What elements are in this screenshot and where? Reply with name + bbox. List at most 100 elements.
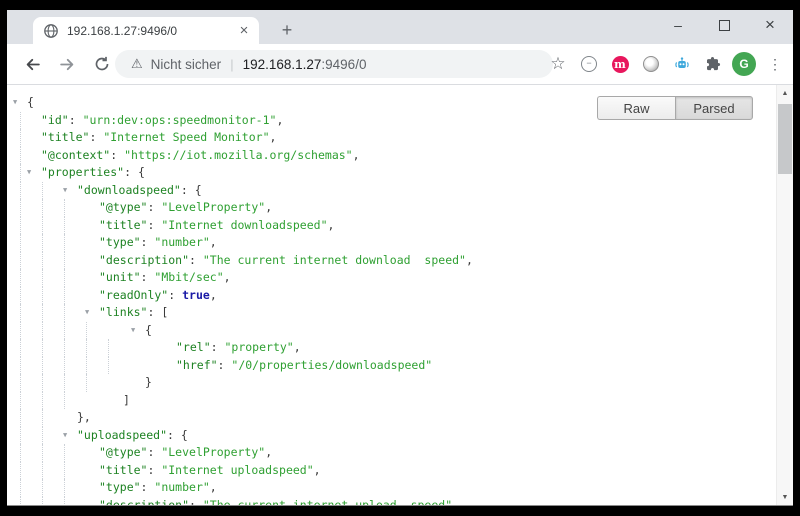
collapse-toggle-icon[interactable]: ▼ xyxy=(27,164,31,182)
json-token: : xyxy=(110,148,124,162)
indent-guide xyxy=(86,374,87,392)
toolbar-right-icons: ☆ − m xyxy=(546,44,787,84)
indent-guide xyxy=(42,234,43,252)
extension-robot-button[interactable] xyxy=(670,52,694,76)
maximize-button[interactable] xyxy=(701,10,747,40)
indent-guide xyxy=(64,462,65,480)
forward-button[interactable] xyxy=(54,51,80,77)
json-line: } xyxy=(7,374,776,392)
json-line: "@type": "LevelProperty", xyxy=(7,199,776,217)
json-token: , xyxy=(314,463,321,477)
json-line: "type": "number", xyxy=(7,479,776,497)
browser-tab[interactable]: 192.168.1.27:9496/0 × xyxy=(33,17,259,44)
bookmark-star-icon[interactable]: ☆ xyxy=(546,52,570,76)
json-token: "uploadspeed" xyxy=(77,428,167,442)
tab-close-icon[interactable]: × xyxy=(235,22,253,40)
json-token: "readOnly" xyxy=(99,288,168,302)
json-token: ] xyxy=(123,393,130,407)
indent-guide xyxy=(64,304,65,322)
json-token: "The current internet download speed" xyxy=(203,253,466,267)
url-port-path: :9496/0 xyxy=(321,57,366,72)
collapse-toggle-icon[interactable]: ▼ xyxy=(63,427,67,445)
json-token: "LevelProperty" xyxy=(161,200,265,214)
indent-guide xyxy=(42,199,43,217)
address-divider: | xyxy=(230,57,233,72)
address-bar[interactable]: ⚠ Nicht sicher | 192.168.1.27 :9496/0 xyxy=(115,50,553,78)
collapse-toggle-icon[interactable]: ▼ xyxy=(13,94,17,112)
pink-m-icon: m xyxy=(612,56,629,73)
json-token: "number" xyxy=(154,480,209,494)
indent-guide xyxy=(20,409,21,427)
indent-guide xyxy=(86,357,87,375)
json-line-text: "id": "urn:dev:ops:speedmonitor-1", xyxy=(41,112,283,130)
json-token: , xyxy=(294,340,301,354)
indent-guide xyxy=(108,339,109,357)
json-line-text: "uploadspeed": { xyxy=(77,427,188,445)
robot-icon xyxy=(674,57,690,72)
collapse-toggle-icon[interactable]: ▼ xyxy=(131,322,135,340)
scroll-up-icon[interactable]: ▲ xyxy=(777,85,793,101)
indent-guide xyxy=(108,357,109,375)
json-token: : { xyxy=(181,183,202,197)
collapse-toggle-icon[interactable]: ▼ xyxy=(63,182,67,200)
json-line-text: "title": "Internet Speed Monitor", xyxy=(41,129,276,147)
json-line: ▼"downloadspeed": { xyxy=(7,182,776,200)
close-window-button[interactable]: × xyxy=(747,10,793,40)
json-token: : xyxy=(211,340,225,354)
security-label: Nicht sicher xyxy=(151,57,222,72)
extension-circle-button[interactable]: − xyxy=(577,52,601,76)
avatar: G xyxy=(732,52,756,76)
extension-m-button[interactable]: m xyxy=(608,52,632,76)
json-token: "type" xyxy=(99,480,141,494)
json-line-text: }, xyxy=(77,409,91,427)
json-token: : xyxy=(147,445,161,459)
indent-guide xyxy=(42,497,43,506)
json-line: "href": "/0/properties/downloadspeed" xyxy=(7,357,776,375)
json-line: "title": "Internet Speed Monitor", xyxy=(7,129,776,147)
json-token: "@context" xyxy=(41,148,110,162)
extensions-menu-button[interactable] xyxy=(701,52,725,76)
not-secure-warning-icon[interactable]: ⚠ xyxy=(131,56,143,72)
profile-button[interactable]: G xyxy=(732,52,756,76)
json-token: "https://iot.mozilla.org/schemas" xyxy=(124,148,352,162)
indent-guide xyxy=(42,427,43,445)
json-line-text: { xyxy=(145,322,152,340)
json-token: , xyxy=(270,130,277,144)
json-line: "title": "Internet downloadspeed", xyxy=(7,217,776,235)
minimize-button[interactable]: – xyxy=(655,10,701,40)
json-token: "href" xyxy=(176,358,218,372)
scrollbar-thumb[interactable] xyxy=(778,104,792,174)
json-token: , xyxy=(452,498,459,506)
indent-guide xyxy=(42,304,43,322)
back-button[interactable] xyxy=(19,51,45,77)
json-token: "Internet uploadspeed" xyxy=(161,463,313,477)
browser-menu-button[interactable]: ⋮ xyxy=(763,52,787,76)
new-tab-button[interactable]: + xyxy=(273,17,301,44)
extension-sphere-button[interactable] xyxy=(639,52,663,76)
json-token: "LevelProperty" xyxy=(161,445,265,459)
json-token: : xyxy=(218,358,232,372)
json-line-text: { xyxy=(27,94,34,112)
indent-guide xyxy=(20,269,21,287)
json-token: } xyxy=(145,375,152,389)
json-token: , xyxy=(210,480,217,494)
indent-guide xyxy=(42,322,43,340)
collapse-toggle-icon[interactable]: ▼ xyxy=(85,304,89,322)
scroll-down-icon[interactable]: ▼ xyxy=(777,489,793,505)
json-token: "description" xyxy=(99,253,189,267)
json-line-text: } xyxy=(145,374,152,392)
json-line: ▼"properties": { xyxy=(7,164,776,182)
indent-guide xyxy=(20,287,21,305)
json-token: { xyxy=(145,323,152,337)
indent-guide xyxy=(20,129,21,147)
indent-guide xyxy=(42,392,43,410)
parsed-button[interactable]: Parsed xyxy=(675,96,753,120)
indent-guide xyxy=(20,234,21,252)
scrollbar[interactable]: ▲ ▼ xyxy=(776,85,793,505)
json-token: "properties" xyxy=(41,165,124,179)
json-token: : xyxy=(69,113,83,127)
tab-strip: 192.168.1.27:9496/0 × + – × xyxy=(7,10,793,44)
raw-button[interactable]: Raw xyxy=(597,96,675,120)
json-token: "title" xyxy=(99,218,147,232)
reload-button[interactable] xyxy=(89,51,115,77)
